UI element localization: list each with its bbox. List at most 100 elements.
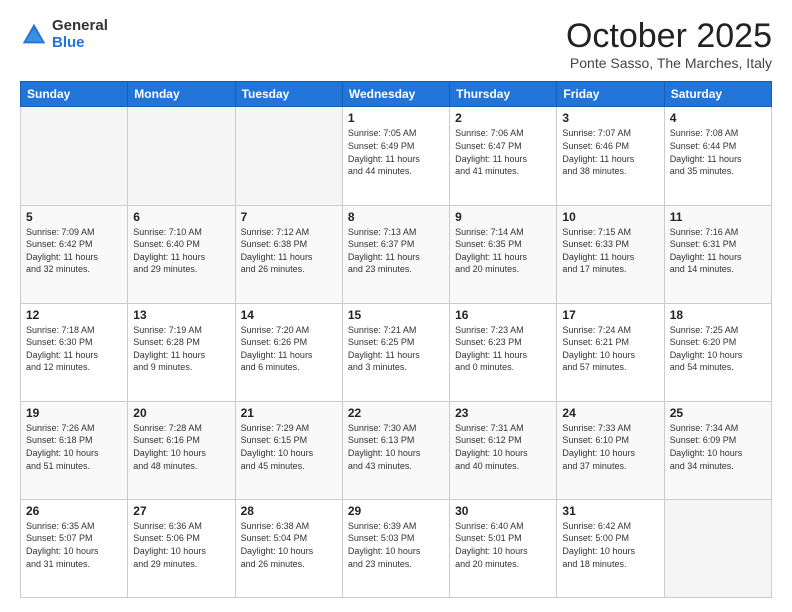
day-number: 31 (562, 504, 658, 518)
calendar-cell: 22Sunrise: 7:30 AM Sunset: 6:13 PM Dayli… (342, 401, 449, 499)
day-number: 13 (133, 308, 229, 322)
col-thursday: Thursday (450, 82, 557, 107)
calendar-cell: 3 Sunrise: 7:07 AM Sunset: 6:46 PM Daylig… (557, 107, 664, 205)
day-info: Sunrise: 7:31 AM Sunset: 6:12 PM Dayligh… (455, 422, 551, 472)
day-info: Sunrise: 7:15 AM Sunset: 6:33 PM Dayligh… (562, 226, 658, 276)
calendar-cell: 27Sunrise: 6:36 AM Sunset: 5:06 PM Dayli… (128, 499, 235, 597)
day-info: Sunrise: 6:39 AM Sunset: 5:03 PM Dayligh… (348, 520, 444, 570)
title-block: October 2025 Ponte Sasso, The Marches, I… (566, 18, 772, 71)
day-number: 16 (455, 308, 551, 322)
calendar-cell: 28 Sunrise: 6:38 AM Sunset: 5:04 PM Dayli… (235, 499, 342, 597)
calendar-cell: 18Sunrise: 7:25 AM Sunset: 6:20 PM Dayli… (664, 303, 771, 401)
week-row-3: 19 Sunrise: 7:26 AM Sunset: 6:18 PM Dayli… (21, 401, 772, 499)
day-info: Sunrise: 7:12 AM Sunset: 6:38 PM Dayligh… (241, 226, 337, 276)
location: Ponte Sasso, The Marches, Italy (566, 55, 772, 71)
logo-text: General Blue (52, 18, 108, 51)
calendar-cell: 8 Sunrise: 7:13 AM Sunset: 6:37 PM Daylig… (342, 205, 449, 303)
calendar-cell: 10Sunrise: 7:15 AM Sunset: 6:33 PM Dayli… (557, 205, 664, 303)
calendar-cell (21, 107, 128, 205)
day-info: Sunrise: 7:19 AM Sunset: 6:28 PM Dayligh… (133, 324, 229, 374)
week-row-4: 26Sunrise: 6:35 AM Sunset: 5:07 PM Dayli… (21, 499, 772, 597)
page: General Blue October 2025 Ponte Sasso, T… (0, 0, 792, 612)
day-number: 19 (26, 406, 122, 420)
day-info: Sunrise: 6:40 AM Sunset: 5:01 PM Dayligh… (455, 520, 551, 570)
calendar-cell (235, 107, 342, 205)
day-info: Sunrise: 7:26 AM Sunset: 6:18 PM Dayligh… (26, 422, 122, 472)
calendar-cell: 25Sunrise: 7:34 AM Sunset: 6:09 PM Dayli… (664, 401, 771, 499)
day-info: Sunrise: 7:23 AM Sunset: 6:23 PM Dayligh… (455, 324, 551, 374)
day-number: 3 (562, 111, 658, 125)
calendar-cell: 24 Sunrise: 7:33 AM Sunset: 6:10 PM Dayli… (557, 401, 664, 499)
calendar-cell: 16 Sunrise: 7:23 AM Sunset: 6:23 PM Dayli… (450, 303, 557, 401)
day-number: 11 (670, 210, 766, 224)
week-row-0: 1Sunrise: 7:05 AM Sunset: 6:49 PM Daylig… (21, 107, 772, 205)
col-wednesday: Wednesday (342, 82, 449, 107)
day-info: Sunrise: 7:10 AM Sunset: 6:40 PM Dayligh… (133, 226, 229, 276)
day-info: Sunrise: 7:29 AM Sunset: 6:15 PM Dayligh… (241, 422, 337, 472)
day-number: 27 (133, 504, 229, 518)
day-info: Sunrise: 7:24 AM Sunset: 6:21 PM Dayligh… (562, 324, 658, 374)
week-row-1: 5 Sunrise: 7:09 AM Sunset: 6:42 PM Daylig… (21, 205, 772, 303)
calendar-cell: 4 Sunrise: 7:08 AM Sunset: 6:44 PM Daylig… (664, 107, 771, 205)
calendar-cell: 9 Sunrise: 7:14 AM Sunset: 6:35 PM Daylig… (450, 205, 557, 303)
day-number: 5 (26, 210, 122, 224)
day-info: Sunrise: 7:07 AM Sunset: 6:46 PM Dayligh… (562, 127, 658, 177)
day-number: 17 (562, 308, 658, 322)
day-info: Sunrise: 7:06 AM Sunset: 6:47 PM Dayligh… (455, 127, 551, 177)
day-number: 12 (26, 308, 122, 322)
day-number: 24 (562, 406, 658, 420)
day-info: Sunrise: 7:16 AM Sunset: 6:31 PM Dayligh… (670, 226, 766, 276)
calendar-cell: 1Sunrise: 7:05 AM Sunset: 6:49 PM Daylig… (342, 107, 449, 205)
day-number: 2 (455, 111, 551, 125)
calendar-cell: 30 Sunrise: 6:40 AM Sunset: 5:01 PM Dayli… (450, 499, 557, 597)
logo: General Blue (20, 18, 108, 51)
day-info: Sunrise: 7:14 AM Sunset: 6:35 PM Dayligh… (455, 226, 551, 276)
calendar-cell: 21Sunrise: 7:29 AM Sunset: 6:15 PM Dayli… (235, 401, 342, 499)
calendar-cell: 11 Sunrise: 7:16 AM Sunset: 6:31 PM Dayli… (664, 205, 771, 303)
day-number: 25 (670, 406, 766, 420)
calendar-cell: 20Sunrise: 7:28 AM Sunset: 6:16 PM Dayli… (128, 401, 235, 499)
day-number: 28 (241, 504, 337, 518)
calendar-cell: 5 Sunrise: 7:09 AM Sunset: 6:42 PM Daylig… (21, 205, 128, 303)
day-info: Sunrise: 6:35 AM Sunset: 5:07 PM Dayligh… (26, 520, 122, 570)
day-info: Sunrise: 7:33 AM Sunset: 6:10 PM Dayligh… (562, 422, 658, 472)
day-number: 22 (348, 406, 444, 420)
calendar-cell: 12 Sunrise: 7:18 AM Sunset: 6:30 PM Dayli… (21, 303, 128, 401)
day-info: Sunrise: 7:13 AM Sunset: 6:37 PM Dayligh… (348, 226, 444, 276)
day-number: 14 (241, 308, 337, 322)
day-number: 9 (455, 210, 551, 224)
calendar-cell: 7 Sunrise: 7:12 AM Sunset: 6:38 PM Daylig… (235, 205, 342, 303)
logo-blue-text: Blue (52, 35, 108, 52)
day-number: 30 (455, 504, 551, 518)
day-info: Sunrise: 6:42 AM Sunset: 5:00 PM Dayligh… (562, 520, 658, 570)
day-info: Sunrise: 7:08 AM Sunset: 6:44 PM Dayligh… (670, 127, 766, 177)
day-info: Sunrise: 6:38 AM Sunset: 5:04 PM Dayligh… (241, 520, 337, 570)
calendar-header-row: Sunday Monday Tuesday Wednesday Thursday… (21, 82, 772, 107)
header: General Blue October 2025 Ponte Sasso, T… (20, 18, 772, 71)
week-row-2: 12 Sunrise: 7:18 AM Sunset: 6:30 PM Dayli… (21, 303, 772, 401)
day-number: 7 (241, 210, 337, 224)
col-tuesday: Tuesday (235, 82, 342, 107)
day-number: 8 (348, 210, 444, 224)
calendar-cell: 19 Sunrise: 7:26 AM Sunset: 6:18 PM Dayli… (21, 401, 128, 499)
day-number: 6 (133, 210, 229, 224)
day-number: 15 (348, 308, 444, 322)
day-info: Sunrise: 7:20 AM Sunset: 6:26 PM Dayligh… (241, 324, 337, 374)
month-title: October 2025 (566, 18, 772, 55)
col-friday: Friday (557, 82, 664, 107)
day-number: 4 (670, 111, 766, 125)
day-info: Sunrise: 7:09 AM Sunset: 6:42 PM Dayligh… (26, 226, 122, 276)
calendar-cell: 14 Sunrise: 7:20 AM Sunset: 6:26 PM Dayli… (235, 303, 342, 401)
calendar-cell: 31 Sunrise: 6:42 AM Sunset: 5:00 PM Dayli… (557, 499, 664, 597)
day-number: 18 (670, 308, 766, 322)
day-number: 23 (455, 406, 551, 420)
day-info: Sunrise: 7:05 AM Sunset: 6:49 PM Dayligh… (348, 127, 444, 177)
calendar-cell (664, 499, 771, 597)
day-number: 29 (348, 504, 444, 518)
day-info: Sunrise: 7:18 AM Sunset: 6:30 PM Dayligh… (26, 324, 122, 374)
calendar-cell: 29 Sunrise: 6:39 AM Sunset: 5:03 PM Dayli… (342, 499, 449, 597)
calendar-cell: 26Sunrise: 6:35 AM Sunset: 5:07 PM Dayli… (21, 499, 128, 597)
col-monday: Monday (128, 82, 235, 107)
col-saturday: Saturday (664, 82, 771, 107)
day-info: Sunrise: 7:28 AM Sunset: 6:16 PM Dayligh… (133, 422, 229, 472)
